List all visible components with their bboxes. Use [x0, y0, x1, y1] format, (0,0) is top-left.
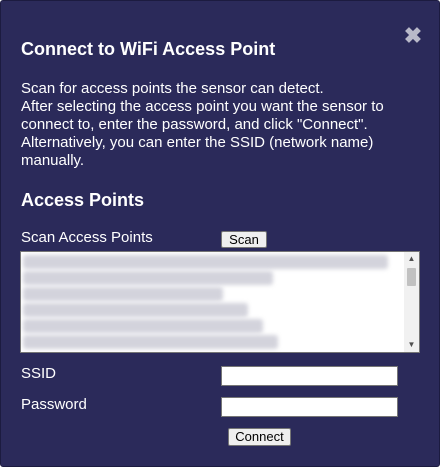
connect-button[interactable]: Connect	[228, 428, 291, 446]
description-line: manually.	[21, 152, 85, 169]
list-item[interactable]	[23, 303, 248, 317]
password-input[interactable]	[221, 397, 398, 417]
dialog-title: Connect to WiFi Access Point	[21, 39, 276, 59]
ssid-label: SSID	[21, 365, 57, 382]
ssid-input[interactable]	[221, 366, 398, 386]
description-line: connect to, enter the password, and clic…	[21, 116, 368, 133]
close-icon[interactable]: ✖	[402, 25, 424, 47]
list-item[interactable]	[23, 335, 278, 349]
list-item[interactable]	[23, 255, 388, 269]
list-item[interactable]	[23, 319, 263, 333]
access-point-list[interactable]: ▲ ▼	[20, 251, 420, 353]
scroll-up-icon[interactable]: ▲	[404, 252, 419, 266]
scan-button[interactable]: Scan	[221, 231, 267, 248]
description-line: Scan for access points the sensor can de…	[21, 80, 324, 97]
dialog-description: Scan for access points the sensor can de…	[21, 80, 426, 170]
wifi-connect-dialog: ✖ Connect to WiFi Access Point Scan for …	[0, 0, 440, 467]
description-line: After selecting the access point you wan…	[21, 98, 384, 115]
list-item[interactable]	[23, 271, 273, 285]
scan-access-points-label: Scan Access Points	[21, 229, 153, 246]
description-line: Alternatively, you can enter the SSID (n…	[21, 134, 374, 151]
scroll-thumb[interactable]	[407, 268, 416, 286]
list-item[interactable]	[23, 287, 223, 301]
list-scrollbar[interactable]: ▲ ▼	[404, 252, 419, 352]
scroll-down-icon[interactable]: ▼	[404, 338, 419, 352]
password-label: Password	[21, 396, 87, 413]
access-points-heading: Access Points	[21, 190, 145, 210]
